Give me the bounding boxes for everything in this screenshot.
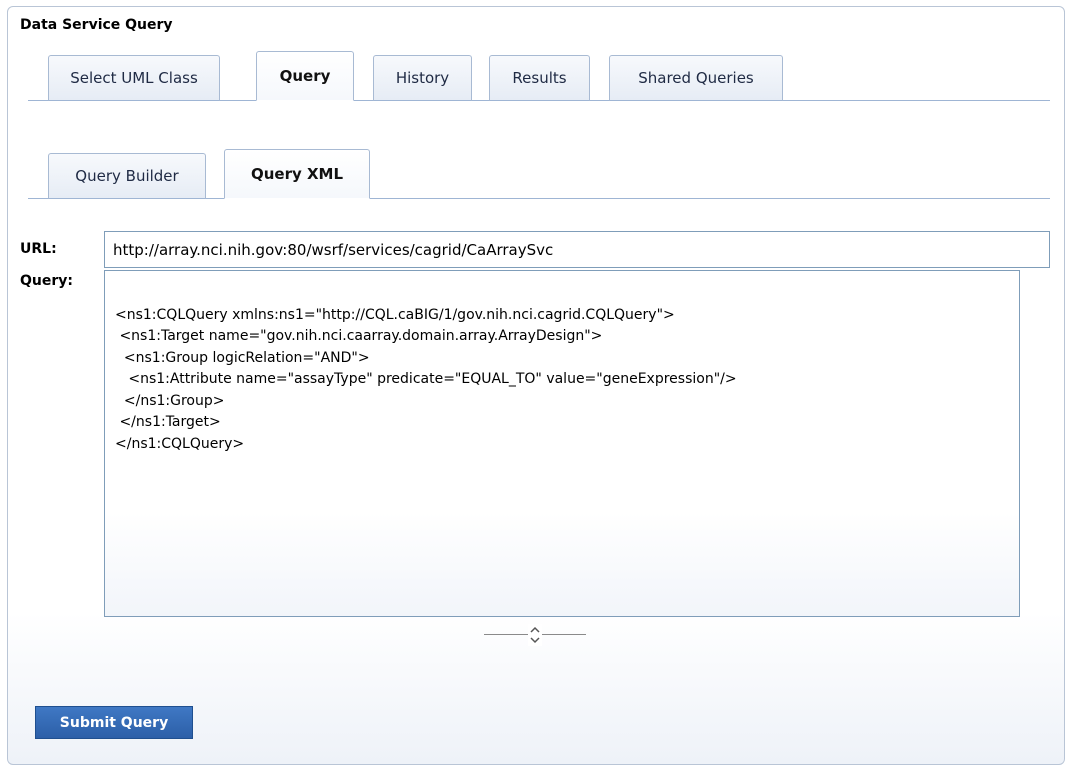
url-label: URL: [20, 241, 57, 257]
tab-results[interactable]: Results [489, 55, 590, 101]
query-xml-textarea[interactable]: <ns1:CQLQuery xmlns:ns1="http://CQL.caBI… [104, 270, 1020, 617]
query-line: <ns1:Target name="gov.nih.nci.caarray.do… [115, 328, 603, 344]
tab-history[interactable]: History [373, 55, 472, 101]
submit-query-button[interactable]: Submit Query [35, 706, 193, 739]
tab-query[interactable]: Query [256, 51, 354, 101]
tab-query-xml[interactable]: Query XML [224, 149, 370, 199]
tab-select-uml-class[interactable]: Select UML Class [48, 55, 220, 101]
query-line: <ns1:Group logicRelation="AND"> [115, 349, 370, 366]
query-line: </ns1:Group> [115, 392, 225, 409]
query-line: <ns1:CQLQuery xmlns:ns1="http://CQL.caBI… [115, 306, 675, 323]
query-line: </ns1:Target> [115, 414, 221, 430]
textarea-resize-handle[interactable] [484, 624, 586, 646]
query-label: Query: [20, 273, 73, 289]
panel-title: Data Service Query [20, 17, 173, 33]
query-line: <ns1:Attribute name="assayType" predicat… [115, 371, 737, 387]
query-line: </ns1:CQLQuery> [115, 435, 245, 452]
sub-tab-bar: Query Builder Query XML [28, 147, 1050, 199]
resize-grip-icon[interactable] [528, 624, 542, 646]
tab-query-builder[interactable]: Query Builder [48, 153, 206, 199]
url-input[interactable] [104, 231, 1050, 268]
tab-shared-queries[interactable]: Shared Queries [609, 55, 783, 101]
main-tab-bar: Select UML Class Query History Results S… [28, 49, 1050, 101]
